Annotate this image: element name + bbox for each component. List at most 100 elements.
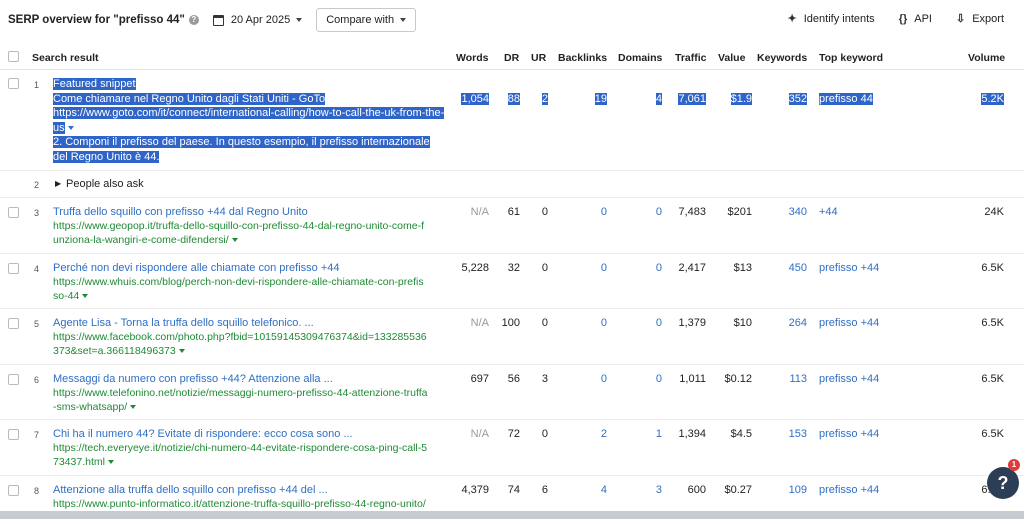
row-checkbox[interactable] — [8, 318, 19, 329]
result-url-cont[interactable]: us — [53, 121, 65, 134]
result-url[interactable]: https://tech.everyeye.it/notizie/chi-num… — [53, 441, 448, 455]
ur-value: 0 — [541, 428, 548, 440]
keywords-value[interactable]: 352 — [788, 93, 807, 105]
dr-value: 32 — [507, 261, 520, 274]
top-keyword-value[interactable]: prefisso +44 — [819, 262, 879, 274]
toolbar-actions: ✦ Identify intents {} API ⇩ Export — [764, 12, 1004, 26]
help-chat-button[interactable]: ? — [987, 467, 1019, 499]
table-row[interactable]: 4 Perché non devi rispondere alle chiamat… — [0, 254, 1024, 309]
export-button[interactable]: ⇩ Export — [956, 12, 1004, 26]
result-url-cont[interactable]: 73437.html — [53, 456, 105, 468]
domains-value[interactable]: 1 — [656, 428, 662, 440]
chevron-down-icon[interactable] — [82, 293, 89, 298]
keywords-value[interactable]: 340 — [789, 206, 807, 218]
chevron-down-icon[interactable] — [231, 238, 238, 243]
result-url[interactable]: https://www.goto.com/it/connect/internat… — [53, 107, 445, 119]
expand-triangle-icon[interactable]: ▶ — [55, 179, 61, 188]
date-picker[interactable]: 20 Apr 2025 — [212, 14, 303, 26]
chevron-down-icon[interactable] — [67, 125, 74, 130]
result-url-cont[interactable]: unziona-la-wangiri-e-come-difendersi/ — [53, 234, 229, 246]
row-checkbox[interactable] — [8, 484, 19, 496]
result-cell: Truffa dello squillo con prefisso +44 da… — [53, 205, 448, 247]
backlinks-value[interactable]: 0 — [601, 317, 607, 329]
compare-with-dropdown[interactable]: Compare with — [316, 8, 417, 32]
backlinks-value[interactable]: 0 — [601, 206, 607, 218]
backlinks-value[interactable]: 2 — [601, 428, 607, 440]
row-index: 2 — [34, 180, 40, 190]
row-checkbox[interactable] — [8, 262, 19, 274]
col-keywords[interactable]: Keywords — [757, 52, 807, 64]
result-url[interactable]: https://www.geopop.it/truffa-dello-squil… — [53, 219, 448, 233]
top-keyword-value[interactable]: +44 — [819, 206, 838, 218]
ur-value: 3 — [541, 372, 548, 385]
chevron-down-icon[interactable] — [178, 349, 185, 354]
domains-value[interactable]: 4 — [655, 93, 662, 105]
keywords-value[interactable]: 264 — [789, 317, 807, 329]
top-keyword-value[interactable]: prefisso +44 — [819, 428, 879, 440]
table-row[interactable]: 5 Agente Lisa - Torna la truffa dello squ… — [0, 309, 1024, 365]
table-row[interactable]: 7 Chi ha il numero 44? Evitate di rispond… — [0, 420, 1024, 476]
row-index: 6 — [34, 374, 40, 385]
result-title[interactable]: Chi ha il numero 44? Evitate di risponde… — [53, 427, 448, 441]
col-domains[interactable]: Domains — [618, 52, 662, 64]
domains-value[interactable]: 0 — [656, 373, 662, 385]
col-volume[interactable]: Volume — [968, 52, 1005, 64]
result-url-cont[interactable]: so-44 — [53, 290, 79, 302]
domains-value[interactable]: 3 — [656, 484, 662, 496]
keywords-value[interactable]: 113 — [789, 373, 807, 385]
col-backlinks[interactable]: Backlinks — [558, 52, 607, 64]
backlinks-value[interactable]: 4 — [601, 484, 607, 496]
table-row[interactable]: 6 Messaggi da numero con prefisso +44? At… — [0, 365, 1024, 420]
result-url[interactable]: https://www.facebook.com/photo.php?fbid=… — [53, 330, 448, 344]
backlinks-value[interactable]: 0 — [601, 262, 607, 274]
table-row[interactable]: 1 Featured snippet Come chiamare nel Reg… — [0, 70, 1024, 171]
traffic-value: 2,417 — [678, 261, 706, 274]
top-keyword-value[interactable]: prefisso +44 — [819, 484, 879, 496]
keywords-value[interactable]: 450 — [789, 262, 807, 274]
result-title[interactable]: Agente Lisa - Torna la truffa dello squi… — [53, 316, 448, 330]
select-all-checkbox[interactable] — [8, 51, 19, 62]
col-ur[interactable]: UR — [531, 52, 546, 64]
result-url-cont[interactable]: 373&set=a.366118496373 — [53, 345, 176, 357]
taskbar-strip — [0, 511, 1024, 519]
help-icon[interactable]: ? — [188, 15, 199, 25]
top-keyword-value[interactable]: prefisso +44 — [819, 373, 879, 385]
chevron-down-icon[interactable] — [130, 404, 137, 409]
identify-intents-button[interactable]: ✦ Identify intents — [788, 12, 875, 26]
domains-value[interactable]: 0 — [656, 262, 662, 274]
col-search-result[interactable]: Search result — [32, 52, 99, 64]
table-row[interactable]: 3 Truffa dello squillo con prefisso +44 d… — [0, 198, 1024, 254]
api-button[interactable]: {} API — [899, 13, 932, 25]
col-dr[interactable]: DR — [504, 52, 519, 64]
backlinks-value[interactable]: 0 — [601, 373, 607, 385]
col-value[interactable]: Value — [718, 52, 745, 64]
backlinks-value[interactable]: 19 — [594, 93, 607, 105]
people-also-ask-row[interactable]: 2 ▶ People also ask — [0, 171, 1024, 198]
row-checkbox[interactable] — [8, 207, 19, 218]
row-checkbox[interactable] — [8, 429, 19, 440]
result-title[interactable]: Perché non devi rispondere alle chiamate… — [53, 261, 448, 275]
keywords-value[interactable]: 109 — [789, 484, 807, 496]
result-title[interactable]: Attenzione alla truffa dello squillo con… — [53, 483, 448, 497]
domains-value[interactable]: 0 — [656, 206, 662, 218]
traffic-value: 1,011 — [679, 372, 706, 385]
words-value: 4,379 — [461, 483, 489, 496]
col-top-keyword[interactable]: Top keyword — [819, 52, 883, 64]
result-title[interactable]: Messaggi da numero con prefisso +44? Att… — [53, 372, 448, 386]
col-traffic[interactable]: Traffic — [675, 52, 707, 64]
result-title[interactable]: Truffa dello squillo con prefisso +44 da… — [53, 205, 448, 219]
result-url[interactable]: https://www.punto-informatico.it/attenzi… — [53, 497, 448, 511]
col-words[interactable]: Words — [456, 52, 488, 64]
result-url[interactable]: https://www.telefonino.net/notizie/messa… — [53, 386, 448, 400]
chevron-down-icon[interactable] — [107, 460, 114, 465]
domains-value[interactable]: 0 — [656, 317, 662, 329]
keywords-value[interactable]: 153 — [789, 428, 807, 440]
result-url-cont[interactable]: -sms-whatsapp/ — [53, 401, 127, 413]
result-url[interactable]: https://www.whuis.com/blog/perch-non-dev… — [53, 275, 448, 289]
top-keyword-value[interactable]: prefisso 44 — [819, 93, 873, 105]
result-title[interactable]: Come chiamare nel Regno Unito dagli Stat… — [53, 92, 326, 105]
row-checkbox[interactable] — [8, 373, 19, 385]
top-keyword-value[interactable]: prefisso +44 — [819, 317, 879, 329]
row-checkbox[interactable] — [8, 78, 19, 89]
people-also-ask-label[interactable]: People also ask — [66, 178, 144, 190]
